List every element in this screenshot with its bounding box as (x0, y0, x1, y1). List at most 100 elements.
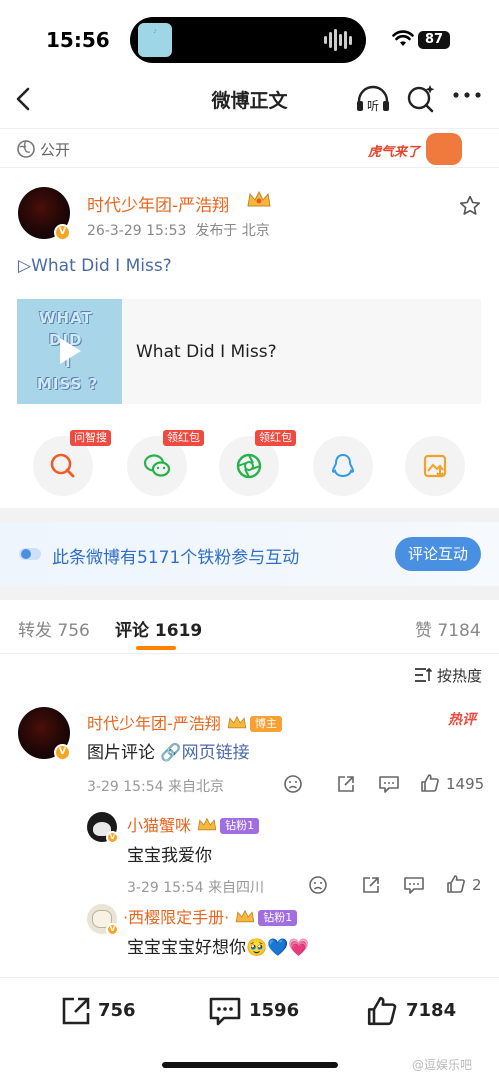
privacy-label: 公开 (40, 141, 71, 159)
wifi-icon (392, 30, 414, 46)
battery-indicator: 87 (418, 31, 450, 49)
commenter-name[interactable]: 时代少年团-严浩翔 博主 (87, 710, 282, 734)
sort-icon (415, 667, 432, 682)
smart-search-icon[interactable] (406, 83, 436, 115)
thumbs-up-icon[interactable] (420, 773, 440, 793)
share-icon[interactable] (361, 875, 381, 895)
navbar: 微博正文 听 (0, 80, 499, 120)
section-divider (0, 586, 499, 600)
verified-badge-icon: V (106, 831, 119, 844)
tab-comments[interactable]: 评论 1619 (115, 616, 202, 641)
share-tag: 领红包 (255, 430, 296, 446)
crown-icon (197, 817, 217, 831)
web-link-label: 网页链接 (181, 743, 250, 763)
comment-text: 宝宝我爱你 (127, 846, 212, 866)
comment-like-count: 2 (472, 876, 482, 894)
repost-count[interactable]: 756 (98, 1000, 136, 1021)
media-thumbnail[interactable]: WHAT DID I MISS ? (17, 299, 122, 404)
dynamic-island[interactable]: ♪ (130, 17, 366, 63)
dislike-face-icon[interactable] (283, 774, 303, 794)
image-download-icon (423, 454, 447, 478)
commenter-name[interactable]: 小猫蟹咪 钻粉1 (127, 812, 260, 836)
svg-text:听: 听 (367, 99, 379, 113)
like-count[interactable]: 7184 (406, 1000, 456, 1021)
share-tag: 领红包 (163, 430, 204, 446)
share-icon[interactable] (336, 774, 356, 794)
comment-text: 图片评论 🔗网页链接 (87, 738, 250, 763)
comment-count[interactable]: 1596 (249, 1000, 299, 1021)
media-title: What Did I Miss? (136, 342, 277, 362)
reply-comment-icon[interactable] (378, 774, 400, 794)
save-image-button[interactable] (405, 436, 465, 496)
tab-likes[interactable]: 赞 7184 (415, 616, 481, 641)
comment-meta: 3-29 15:54 来自北京 (87, 779, 225, 795)
author-name[interactable]: 时代少年团-严浩翔 (87, 191, 229, 216)
media-card[interactable]: WHAT DID I MISS ? What Did I Miss? (17, 299, 481, 404)
comment-interact-button[interactable]: 评论互动 (395, 537, 481, 571)
globe-icon (17, 140, 35, 158)
post-meta: 26-3-29 15:53 发布于 北京 (87, 220, 270, 240)
fan-level-tag: 钻粉1 (220, 818, 260, 834)
section-divider (0, 508, 499, 522)
fan-level-tag: 钻粉1 (258, 910, 298, 926)
orange-search-icon (50, 453, 75, 478)
tiger-badge[interactable]: 虎气来了 (368, 133, 462, 165)
crown-icon (236, 909, 255, 923)
more-icon[interactable] (452, 90, 482, 100)
comment-item: V 时代少年团-严浩翔 博主 热评 图片评论 🔗网页链接 3-29 15:54 … (0, 707, 499, 807)
status-time: 15:56 (46, 28, 110, 52)
verified-badge-icon: V (54, 744, 71, 761)
dislike-face-icon[interactable] (308, 875, 328, 895)
comment-icon[interactable] (208, 995, 242, 1027)
comment-like-count: 1495 (446, 775, 485, 793)
reply-comment-icon[interactable] (403, 875, 425, 895)
listen-headphones-icon[interactable]: 听 (355, 83, 391, 115)
comment-text: 宝宝宝宝好想你🥹💙💗 (127, 938, 310, 958)
fan-interaction-banner[interactable]: 此条微博有5171个铁粉参与互动 评论互动 (0, 522, 499, 586)
share-tag: 问智搜 (70, 430, 111, 446)
post-text[interactable]: ▷What Did I Miss? (18, 256, 172, 276)
thumb-word: WHAT (39, 309, 93, 327)
now-playing-artwork: ♪ (138, 23, 172, 57)
wechat-icon (143, 454, 171, 477)
sort-row[interactable]: 按热度 (0, 662, 499, 690)
moments-aperture-icon (236, 453, 262, 479)
commenter-name-text: ·西樱限定手册· (123, 908, 230, 927)
like-icon[interactable] (366, 995, 398, 1027)
audio-waveform-icon (324, 28, 352, 52)
author-tag: 博主 (249, 716, 282, 732)
verified-badge-icon: V (106, 923, 119, 936)
content-tabs: 转发 756 评论 1619 赞 7184 (0, 600, 499, 654)
sort-label[interactable]: 按热度 (437, 665, 482, 686)
repost-icon[interactable] (60, 995, 92, 1027)
bottom-action-bar: 756 1596 7184 (0, 977, 499, 1047)
post-location: 发布于 北京 (195, 223, 270, 239)
tab-reposts[interactable]: 转发 756 (18, 616, 90, 641)
verified-badge-icon: V (54, 224, 71, 241)
commenter-name-text: 时代少年团-严浩翔 (87, 714, 221, 733)
crown-icon (247, 190, 271, 207)
qq-share-button[interactable] (313, 436, 373, 496)
commenter-name-text: 小猫蟹咪 (127, 816, 192, 835)
fist-icon (426, 133, 462, 165)
share-row: 问智搜 领红包 领红包 (0, 430, 499, 498)
banner-text: 此条微博有5171个铁粉参与互动 (52, 548, 300, 568)
hot-comment-badge: 热评 (448, 712, 476, 728)
home-indicator[interactable] (162, 1062, 338, 1068)
comment-meta: 3-29 15:54 来自四川 (127, 880, 265, 896)
web-link[interactable]: 🔗网页链接 (160, 743, 249, 763)
toggle-icon (19, 548, 41, 560)
reply-item: V ·西樱限定手册· 钻粉1 宝宝宝宝好想你🥹💙💗 (0, 904, 499, 974)
thumbs-up-icon[interactable] (446, 874, 466, 894)
favorite-star-icon[interactable] (458, 194, 482, 218)
crown-icon (227, 715, 247, 729)
play-icon[interactable] (57, 336, 83, 366)
active-tab-indicator (136, 646, 176, 650)
privacy-row: 公开 虎气来了 (0, 128, 499, 168)
tiger-badge-text: 虎气来了 (368, 145, 421, 160)
comment-text-prefix: 图片评论 (87, 743, 155, 763)
thumb-word: MISS ? (37, 375, 99, 393)
commenter-name[interactable]: ·西樱限定手册· 钻粉1 (123, 904, 298, 928)
reply-item: V 小猫蟹咪 钻粉1 宝宝我爱你 3-29 15:54 来自四川 2 (0, 812, 499, 902)
watermark: @逗娱乐吧 (412, 1058, 473, 1072)
